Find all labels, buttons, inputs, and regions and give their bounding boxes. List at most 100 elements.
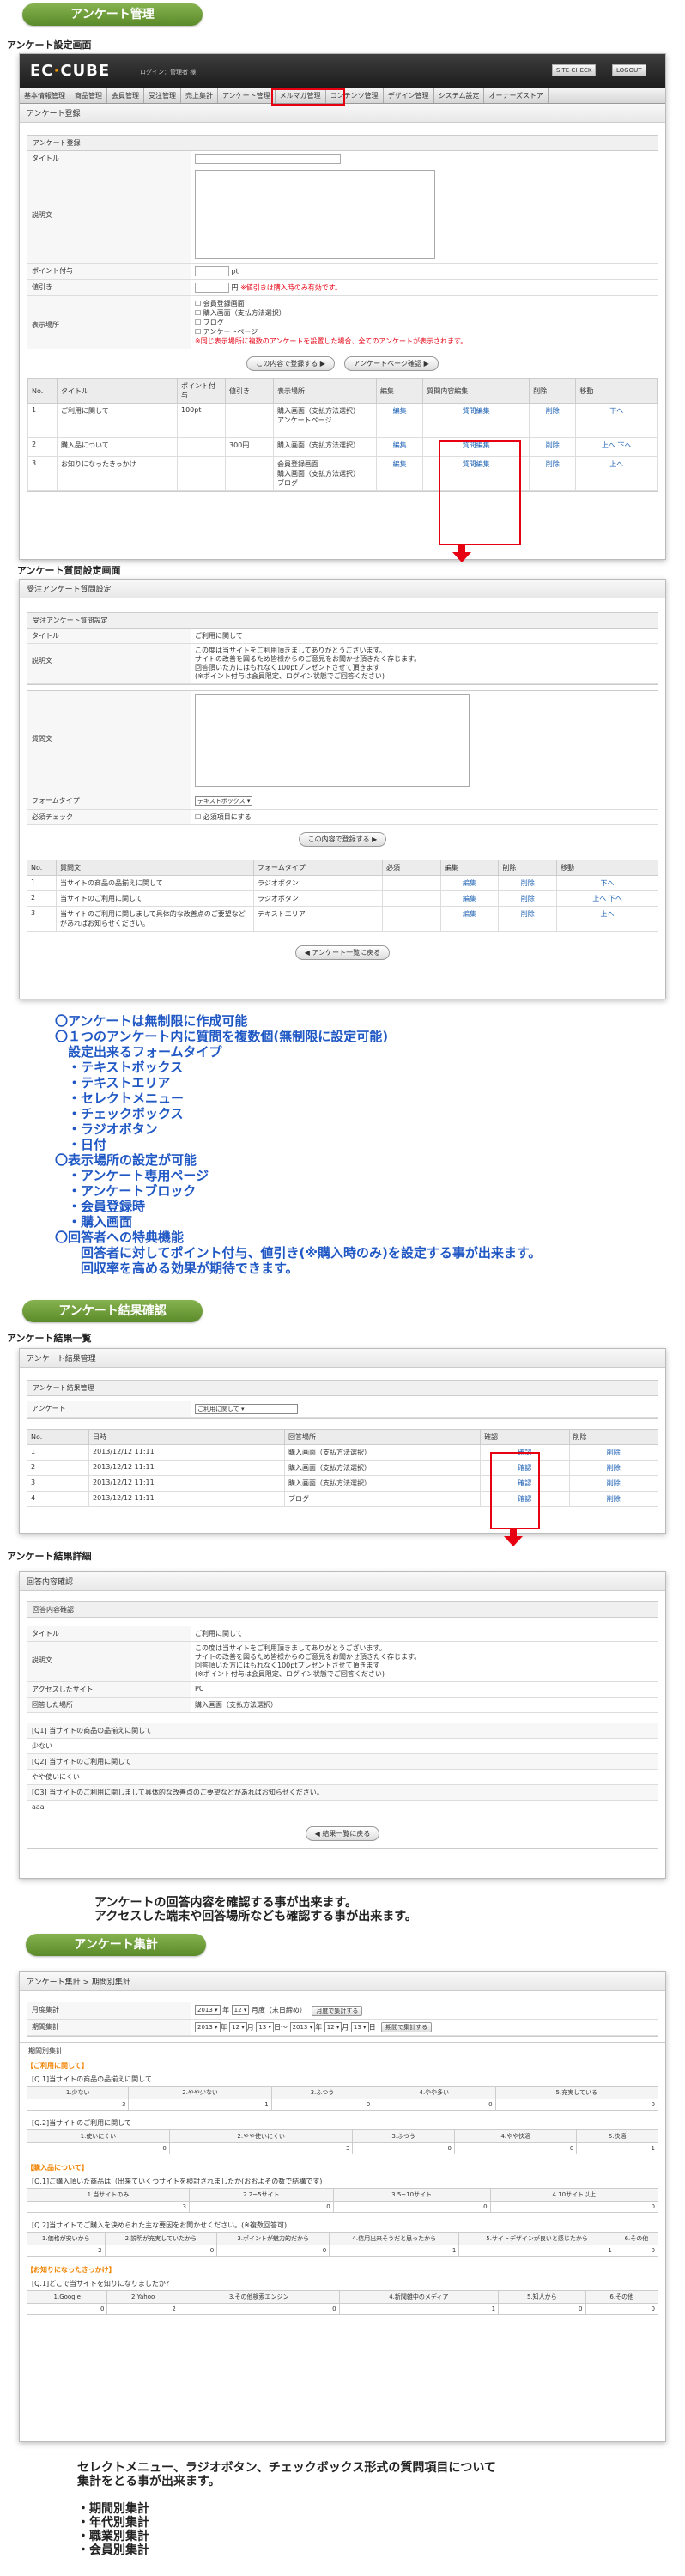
place-option[interactable]: ☐ アンケートページ [195, 327, 653, 337]
delete-link[interactable]: 削除 [568, 1444, 658, 1461]
menu-item[interactable]: アンケート管理 [218, 88, 276, 103]
end-year-select[interactable]: 2013 ▾ [289, 2021, 316, 2032]
question-edit-link[interactable]: 質問編集 [422, 403, 530, 438]
back-to-list-button[interactable]: ◀ アンケート一覧に戻る [294, 945, 391, 960]
result-table: No. 日時 回答場所 確認 削除 1 2013/12/12 11:11 購入画面（… [27, 1429, 658, 1507]
aggregate-group-title: 【ご利用に関して】 [27, 2062, 88, 2069]
highlight-check-column [490, 1452, 540, 1529]
year-select[interactable]: 2013 ▾ [195, 2005, 221, 2015]
move-link[interactable]: 上へ 下へ [556, 890, 658, 907]
place-option[interactable]: ☐ 会員登録画面 [195, 299, 653, 308]
start-year-select[interactable]: 2013 ▾ [195, 2021, 221, 2032]
edit-link[interactable]: 編集 [375, 437, 424, 457]
place-note: ※同じ表示場所に複数のアンケートを設置した場合、全てのアンケートが表示されます。 [195, 337, 468, 345]
discount-input[interactable] [195, 283, 229, 293]
title-value: ご利用に関して [191, 629, 658, 644]
monthly-aggregate-button[interactable]: 月度で集計する [312, 2005, 363, 2016]
option-label: 4.新聞雑中のメディア [338, 2290, 500, 2304]
move-link[interactable]: 下へ [556, 874, 658, 891]
question-list-box: No. 質問文 フォームタイプ 必須 編集 削除 移動 1 当サイトの商品の品揃え… [27, 859, 658, 960]
option-count: 3 [26, 2099, 130, 2111]
label-title: タイトル [27, 1626, 191, 1642]
desc-textarea[interactable] [195, 170, 435, 259]
edit-link[interactable]: 編集 [439, 874, 500, 891]
start-month-select[interactable]: 12 ▾ [229, 2021, 247, 2032]
delete-link[interactable]: 削除 [498, 874, 558, 891]
menu-item[interactable]: 基本情報管理 [20, 88, 70, 103]
aggregate-table: 1.Google 2.Yahoo 3.その他検索エンジン 4.新聞雑中のメディア 5.知… [26, 2290, 659, 2315]
back-to-results-button[interactable]: ◀ 結果一覧に戻る [305, 1826, 380, 1841]
section-aggregate: アンケート集計 [26, 1934, 206, 1956]
menu-item[interactable]: オーナーズストア [484, 88, 549, 103]
edit-link[interactable]: 編集 [439, 890, 500, 907]
features-text: 〇アンケートは無制限に作成可能 〇１つのアンケート内に質問を複数個(無制限に設定… [55, 1013, 542, 1276]
option-count: 0 [352, 2142, 455, 2154]
option-count: 0 [498, 2303, 586, 2315]
enquete-page-confirm-button[interactable]: アンケートページ確認 ▶ [343, 356, 439, 371]
option-count: 0 [332, 2201, 491, 2213]
delete-link[interactable]: 削除 [568, 1475, 658, 1492]
menu-item[interactable]: 売上集計 [181, 88, 218, 103]
place-option[interactable]: ☐ ブログ [195, 318, 653, 327]
table-row: 2 購入品について 300円 購入画面（支払方法選択） 編集 質問編集 削除 上へ … [27, 437, 658, 457]
delete-link[interactable]: 削除 [498, 890, 558, 907]
point-input[interactable] [195, 266, 229, 276]
menu-item[interactable]: 会員管理 [107, 88, 144, 103]
option-label: 3.その他検索エンジン [178, 2290, 340, 2304]
aggregate-result-title: 期間別集計 [20, 2042, 665, 2057]
required-checkbox[interactable]: ☐ 必須項目にする [191, 809, 658, 825]
month-select[interactable]: 12 ▾ [231, 2005, 250, 2015]
page-title: アンケート登録 [20, 104, 665, 123]
table-row: 3 お知りになったきっかけ 会員登録画面 購入画面（支払方法選択） ブログ 編集 … [27, 456, 658, 491]
delete-link[interactable]: 削除 [568, 1460, 658, 1476]
option-label: 5.充実している [494, 2086, 659, 2099]
enquete-setting-screenshot: EC·CUBE ログイン：管理者 様 SITE CHECK LOGOUT 基本情… [19, 53, 666, 560]
option-count: 0 [178, 2303, 340, 2315]
label-form-type: フォームタイプ [27, 793, 191, 810]
table-row: 1 2013/12/12 11:11 購入画面（支払方法選択） 確認 削除 [27, 1444, 658, 1461]
aggregate-table: 1.価格が安いから 2.説明が充実していたから 3.ポイントが魅力的だから 4.信用出… [27, 2232, 659, 2257]
option-count: 0 [104, 2245, 218, 2257]
answer-question: [Q1] 当サイトの商品の品揃えに関して [27, 1723, 658, 1739]
end-month-select[interactable]: 12 ▾ [324, 2021, 342, 2032]
table-row: 3 当サイトのご利用に関しまして具体的な改善点のご要望などがあればお知らせください… [27, 905, 658, 932]
menu-item[interactable]: 受注管理 [144, 88, 181, 103]
label-desc: 説明文 [27, 167, 191, 264]
move-link[interactable]: 下へ [575, 403, 658, 438]
register-button[interactable]: この内容で登録する ▶ [246, 356, 335, 371]
register-button[interactable]: この内容で登録する ▶ [298, 831, 387, 847]
menu-item[interactable]: デザイン管理 [384, 88, 434, 103]
edit-link[interactable]: 編集 [375, 456, 424, 491]
end-day-select[interactable]: 13 ▾ [350, 2021, 369, 2032]
move-link[interactable]: 上へ [556, 905, 658, 932]
delete-link[interactable]: 削除 [529, 456, 577, 491]
aggregate-table: 1.当サイトのみ 2.2~5サイト 3.5~10サイト 4.10サイト以上 3 0 0 0 [27, 2188, 659, 2213]
question-textarea[interactable] [195, 694, 470, 787]
start-day-select[interactable]: 13 ▾ [256, 2021, 275, 2032]
enquete-list-table: No. タイトル ポイント付与 値引き 表示場所 編集 質問内容編集 削除 移動… [27, 378, 658, 491]
site-check-button[interactable]: SITE CHECK [552, 64, 597, 76]
move-link[interactable]: 上へ 下へ [575, 437, 658, 457]
place-option[interactable]: ☐ 購入画面（支払方法選択） [195, 308, 653, 318]
form-type-select[interactable]: テキストボックス ▾ [195, 795, 253, 806]
enquete-select[interactable]: ご利用に関して ▾ [195, 1404, 298, 1414]
label-qtext: 質問文 [27, 691, 191, 793]
page-title: 受注アンケート質問設定 [20, 580, 665, 598]
delete-link[interactable]: 削除 [529, 437, 577, 457]
menu-item[interactable]: システム設定 [434, 88, 485, 103]
delete-link[interactable]: 削除 [498, 905, 558, 932]
menu-item[interactable]: 商品管理 [70, 88, 107, 103]
answers-table: [Q1] 当サイトの商品の品揃えに関して 少ない [Q2] 当サイトのご利用に関… [27, 1723, 658, 1814]
delete-link[interactable]: 削除 [568, 1491, 658, 1507]
edit-link[interactable]: 編集 [375, 403, 424, 438]
period-aggregate-button[interactable]: 期間で集計する [381, 2022, 433, 2032]
title-input[interactable] [195, 154, 341, 164]
logout-button[interactable]: LOGOUT [612, 64, 646, 76]
edit-link[interactable]: 編集 [439, 905, 500, 932]
move-link[interactable]: 上へ [575, 456, 658, 491]
label-required: 必須チェック [27, 809, 191, 825]
delete-link[interactable]: 削除 [529, 403, 577, 438]
label-place: 表示場所 [27, 295, 191, 349]
table-row: 2 当サイトのご利用に関して ラジオボタン 編集 削除 上へ 下へ [27, 890, 658, 907]
discount-note: ※値引きは購入時のみ有効です。 [240, 283, 342, 292]
